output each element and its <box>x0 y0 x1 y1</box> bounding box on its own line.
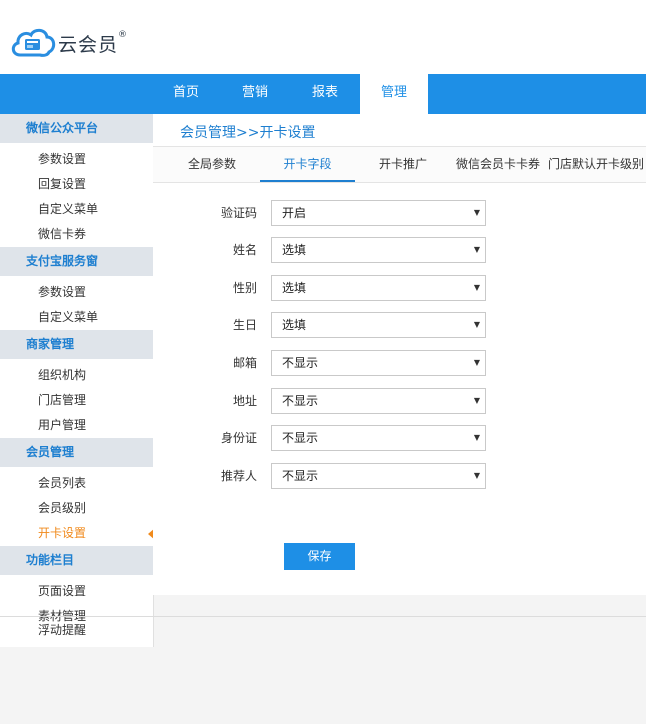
form-row-id-card: 身份证 不显示 ▼ <box>153 425 646 451</box>
tab-bar: 全局参数 开卡字段 开卡推广 微信会员卡卡券 门店默认开卡级别 <box>153 147 646 183</box>
dropdown-caret-icon: ▼ <box>473 245 480 254</box>
tab-card-fields[interactable]: 开卡字段 <box>260 147 355 182</box>
sidebar-item-alipay-params[interactable]: 参数设置 <box>0 280 153 305</box>
dropdown-caret-icon: ▼ <box>473 396 480 405</box>
tab-global-params[interactable]: 全局参数 <box>181 147 243 182</box>
form-row-email: 邮箱 不显示 ▼ <box>153 350 646 376</box>
tab-wechat-member-card[interactable]: 微信会员卡卡券 <box>455 147 541 182</box>
tab-default-level[interactable]: 门店默认开卡级别 <box>548 147 644 182</box>
top-nav: 首页 营销 报表 管理 <box>0 74 646 114</box>
sidebar-item-wechat-reply[interactable]: 回复设置 <box>0 172 153 197</box>
nav-home[interactable]: 首页 <box>153 74 219 114</box>
tab-card-promotion[interactable]: 开卡推广 <box>373 147 433 182</box>
field-label: 性别 <box>232 281 257 295</box>
sidebar-item-wechat-menu[interactable]: 自定义菜单 <box>0 197 153 222</box>
sidebar-item-member-list[interactable]: 会员列表 <box>0 471 153 496</box>
select-value: 选填 <box>282 243 307 257</box>
select-value: 不显示 <box>282 394 319 408</box>
logo[interactable]: 云会员 ® <box>10 25 127 61</box>
form-row-captcha: 验证码 开启 ▼ <box>153 200 646 226</box>
select-value: 不显示 <box>282 431 319 445</box>
select-value: 选填 <box>282 318 307 332</box>
form-row-gender: 性别 选填 ▼ <box>153 275 646 301</box>
main-panel: 会员管理>>开卡设置 全局参数 开卡字段 开卡推广 微信会员卡卡券 门店默认开卡… <box>153 114 646 595</box>
sidebar-item-float-reminder[interactable]: 浮动提醒 <box>38 620 86 640</box>
brand-name: 云会员 <box>58 33 119 56</box>
select-value: 选填 <box>282 281 307 295</box>
field-label: 身份证 <box>220 431 257 445</box>
select-value: 不显示 <box>282 356 319 370</box>
field-label: 验证码 <box>220 206 257 220</box>
dropdown-caret-icon: ▼ <box>473 433 480 442</box>
sidebar-item-organization[interactable]: 组织机构 <box>0 363 153 388</box>
referrer-select[interactable]: 不显示 ▼ <box>271 463 486 489</box>
field-label: 推荐人 <box>220 469 257 483</box>
registered-mark: ® <box>118 30 128 40</box>
sidebar-item-stores[interactable]: 门店管理 <box>0 388 153 413</box>
sidebar-group-merchant[interactable]: 商家管理 <box>0 330 153 359</box>
dropdown-caret-icon: ▼ <box>473 283 480 292</box>
field-label: 生日 <box>232 318 257 332</box>
nav-management[interactable]: 管理 <box>360 74 428 114</box>
name-select[interactable]: 选填 ▼ <box>271 237 486 263</box>
dropdown-caret-icon: ▼ <box>473 320 480 329</box>
sidebar-item-member-levels[interactable]: 会员级别 <box>0 496 153 521</box>
dropdown-caret-icon: ▼ <box>473 208 480 217</box>
email-select[interactable]: 不显示 ▼ <box>271 350 486 376</box>
select-value: 开启 <box>282 206 307 220</box>
sidebar-group-alipay[interactable]: 支付宝服务窗 <box>0 247 153 276</box>
header: 云会员 ® <box>0 0 646 74</box>
cloud-card-logo-icon <box>10 25 56 61</box>
save-button[interactable]: 保存 <box>284 543 355 570</box>
captcha-select[interactable]: 开启 ▼ <box>271 200 486 226</box>
sidebar-item-label: 开卡设置 <box>38 526 87 540</box>
sidebar-item-page-settings[interactable]: 页面设置 <box>0 579 153 604</box>
form-row-address: 地址 不显示 ▼ <box>153 388 646 414</box>
id-card-select[interactable]: 不显示 ▼ <box>271 425 486 451</box>
dropdown-caret-icon: ▼ <box>473 358 480 367</box>
sidebar-item-card-settings[interactable]: 开卡设置 <box>0 521 155 546</box>
sidebar-item-wechat-params[interactable]: 参数设置 <box>0 147 153 172</box>
sidebar-group-wechat[interactable]: 微信公众平台 <box>0 114 153 143</box>
sidebar-item-alipay-menu[interactable]: 自定义菜单 <box>0 305 153 330</box>
address-select[interactable]: 不显示 ▼ <box>271 388 486 414</box>
breadcrumb: 会员管理>>开卡设置 <box>180 125 316 141</box>
nav-reports[interactable]: 报表 <box>292 74 358 114</box>
field-label: 地址 <box>232 394 257 408</box>
nav-marketing[interactable]: 营销 <box>222 74 288 114</box>
divider <box>0 616 646 617</box>
sidebar-item-wechat-coupons[interactable]: 微信卡券 <box>0 222 153 247</box>
field-label: 姓名 <box>232 243 257 257</box>
sidebar-group-members[interactable]: 会员管理 <box>0 438 153 467</box>
form-row-referrer: 推荐人 不显示 ▼ <box>153 463 646 489</box>
sidebar-item-users[interactable]: 用户管理 <box>0 413 153 438</box>
sidebar-group-features[interactable]: 功能栏目 <box>0 546 153 575</box>
dropdown-caret-icon: ▼ <box>473 471 480 480</box>
select-value: 不显示 <box>282 469 319 483</box>
birthday-select[interactable]: 选填 ▼ <box>271 312 486 338</box>
form-row-name: 姓名 选填 ▼ <box>153 237 646 263</box>
gender-select[interactable]: 选填 ▼ <box>271 275 486 301</box>
field-label: 邮箱 <box>232 356 257 370</box>
form-row-birthday: 生日 选填 ▼ <box>153 312 646 338</box>
sidebar: 微信公众平台 参数设置 回复设置 自定义菜单 微信卡券 支付宝服务窗 参数设置 … <box>0 114 155 647</box>
